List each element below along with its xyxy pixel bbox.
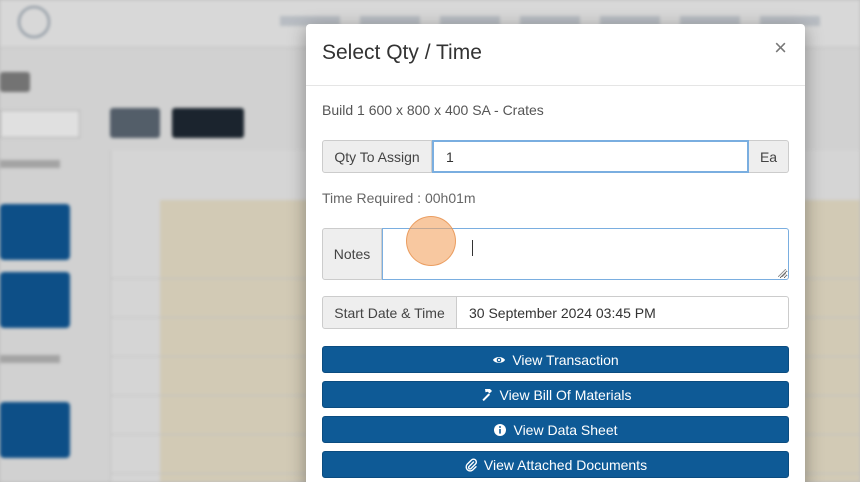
qty-input[interactable] (432, 140, 749, 173)
build-description: Build 1 600 x 800 x 400 SA - Crates (322, 102, 544, 118)
time-required: Time Required : 00h01m (322, 190, 476, 206)
eye-icon (492, 353, 506, 367)
start-date-input-group: Start Date & Time 30 September 2024 03:4… (322, 296, 789, 329)
qty-label: Qty To Assign (322, 140, 432, 173)
view-attached-documents-label: View Attached Documents (483, 456, 648, 473)
view-transaction-label: View Transaction (512, 351, 619, 368)
start-date-input[interactable]: 30 September 2024 03:45 PM (457, 296, 789, 329)
info-icon (493, 423, 507, 437)
notes-textarea[interactable] (382, 228, 789, 280)
modal-header: Select Qty / Time × (306, 24, 805, 86)
modal-title: Select Qty / Time (322, 41, 482, 64)
view-data-sheet-button[interactable]: View Data Sheet (322, 416, 789, 443)
view-data-sheet-label: View Data Sheet (513, 421, 618, 438)
notes-label: Notes (322, 228, 382, 280)
hammer-icon (479, 388, 493, 402)
start-date-label: Start Date & Time (322, 296, 457, 329)
text-caret (472, 240, 473, 256)
paperclip-icon (464, 457, 478, 472)
resize-grip-icon[interactable] (778, 269, 786, 277)
notes-input-group: Notes (322, 228, 789, 280)
qty-unit: Ea (749, 140, 789, 173)
select-qty-time-modal: Select Qty / Time × Build 1 600 x 800 x … (306, 24, 805, 482)
view-bill-of-materials-button[interactable]: View Bill Of Materials (322, 381, 789, 408)
qty-input-group: Qty To Assign Ea (322, 140, 789, 173)
view-attached-documents-button[interactable]: View Attached Documents (322, 451, 789, 478)
view-transaction-button[interactable]: View Transaction (322, 346, 789, 373)
close-icon[interactable]: × (774, 37, 787, 59)
view-bill-of-materials-label: View Bill Of Materials (499, 386, 632, 403)
